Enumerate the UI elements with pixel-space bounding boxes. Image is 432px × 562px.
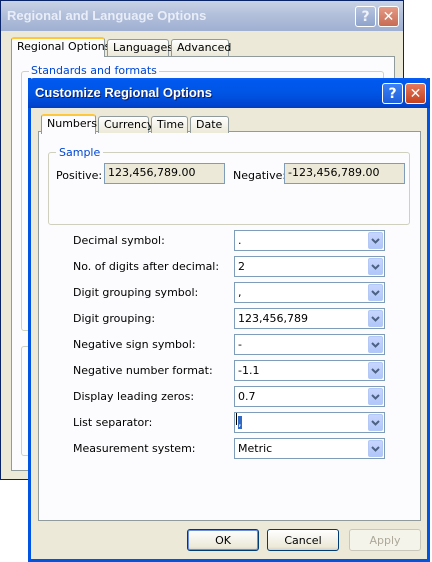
display-leading-zeros-label: Display leading zeros: bbox=[73, 390, 195, 403]
digits-after-decimal-combo[interactable]: 2 bbox=[234, 256, 385, 277]
tab-regional-options[interactable]: Regional Options bbox=[11, 37, 110, 57]
decimal-symbol-label: Decimal symbol: bbox=[73, 234, 165, 247]
tab-numbers[interactable]: Numbers bbox=[41, 114, 97, 134]
customize-dialog: Customize Regional Options ? ✕ Numbers C… bbox=[28, 78, 430, 562]
measurement-system-label: Measurement system: bbox=[73, 442, 196, 455]
chevron-down-icon[interactable] bbox=[368, 414, 383, 431]
negative-number-format-label: Negative number format: bbox=[73, 364, 213, 377]
negative-number-format-value: -1.1 bbox=[238, 364, 260, 377]
dialog-title: Customize Regional Options bbox=[35, 85, 212, 100]
ok-button[interactable]: OK bbox=[187, 529, 259, 551]
digit-grouping-symbol-combo[interactable]: , bbox=[234, 282, 385, 303]
tab-advanced[interactable]: Advanced bbox=[171, 39, 231, 56]
measurement-system-value: Metric bbox=[238, 442, 273, 455]
chevron-down-icon[interactable] bbox=[368, 440, 383, 457]
digits-after-decimal-value: 2 bbox=[238, 260, 245, 273]
digit-grouping-symbol-value: , bbox=[238, 286, 242, 299]
chevron-down-icon[interactable] bbox=[368, 388, 383, 405]
standards-group-label: Standards and formats bbox=[29, 64, 159, 77]
display-leading-zeros-combo[interactable]: 0.7 bbox=[234, 386, 385, 407]
display-leading-zeros-value: 0.7 bbox=[238, 390, 256, 403]
background-title-bar[interactable]: Regional and Language Options ? ✕ bbox=[1, 1, 403, 31]
chevron-down-icon[interactable] bbox=[368, 258, 383, 275]
negative-sign-symbol-combo[interactable]: - bbox=[234, 334, 385, 355]
digit-grouping-value: 123,456,789 bbox=[238, 312, 308, 325]
apply-button[interactable]: Apply bbox=[349, 529, 421, 551]
chevron-down-icon[interactable] bbox=[368, 284, 383, 301]
dialog-title-bar[interactable]: Customize Regional Options ? ✕ bbox=[28, 78, 430, 108]
background-help-button[interactable]: ? bbox=[355, 6, 376, 27]
close-button[interactable]: ✕ bbox=[405, 83, 426, 104]
tab-date[interactable]: Date bbox=[190, 116, 229, 133]
decimal-symbol-value: . bbox=[238, 234, 242, 247]
digit-grouping-symbol-label: Digit grouping symbol: bbox=[73, 286, 199, 299]
help-button[interactable]: ? bbox=[382, 83, 403, 104]
positive-label: Positive: bbox=[56, 169, 103, 182]
decimal-symbol-combo[interactable]: . bbox=[234, 230, 385, 251]
tab-languages[interactable]: Languages bbox=[107, 39, 173, 56]
positive-sample-field: 123,456,789.00 bbox=[104, 163, 225, 184]
list-separator-combo[interactable]: , bbox=[234, 412, 385, 433]
negative-sample-field: -123,456,789.00 bbox=[284, 163, 405, 184]
text-cursor bbox=[236, 413, 237, 425]
tab-time[interactable]: Time bbox=[151, 116, 188, 133]
negative-sign-symbol-label: Negative sign symbol: bbox=[73, 338, 196, 351]
negative-sign-symbol-value: - bbox=[238, 338, 242, 351]
chevron-down-icon[interactable] bbox=[368, 310, 383, 327]
cancel-button[interactable]: Cancel bbox=[267, 529, 339, 551]
measurement-system-combo[interactable]: Metric bbox=[234, 438, 385, 459]
chevron-down-icon[interactable] bbox=[368, 362, 383, 379]
digit-grouping-combo[interactable]: 123,456,789 bbox=[234, 308, 385, 329]
sample-group-label: Sample bbox=[56, 146, 104, 159]
negative-number-format-combo[interactable]: -1.1 bbox=[234, 360, 385, 381]
tab-currency[interactable]: Currency bbox=[98, 116, 154, 133]
chevron-down-icon[interactable] bbox=[368, 232, 383, 249]
chevron-down-icon[interactable] bbox=[368, 336, 383, 353]
negative-label: Negative: bbox=[233, 169, 287, 182]
background-window-title: Regional and Language Options bbox=[7, 8, 207, 23]
list-separator-value: , bbox=[238, 416, 242, 429]
digits-after-decimal-label: No. of digits after decimal: bbox=[73, 260, 220, 273]
list-separator-label: List separator: bbox=[73, 416, 153, 429]
background-close-button[interactable]: ✕ bbox=[378, 6, 399, 27]
digit-grouping-label: Digit grouping: bbox=[73, 312, 156, 325]
